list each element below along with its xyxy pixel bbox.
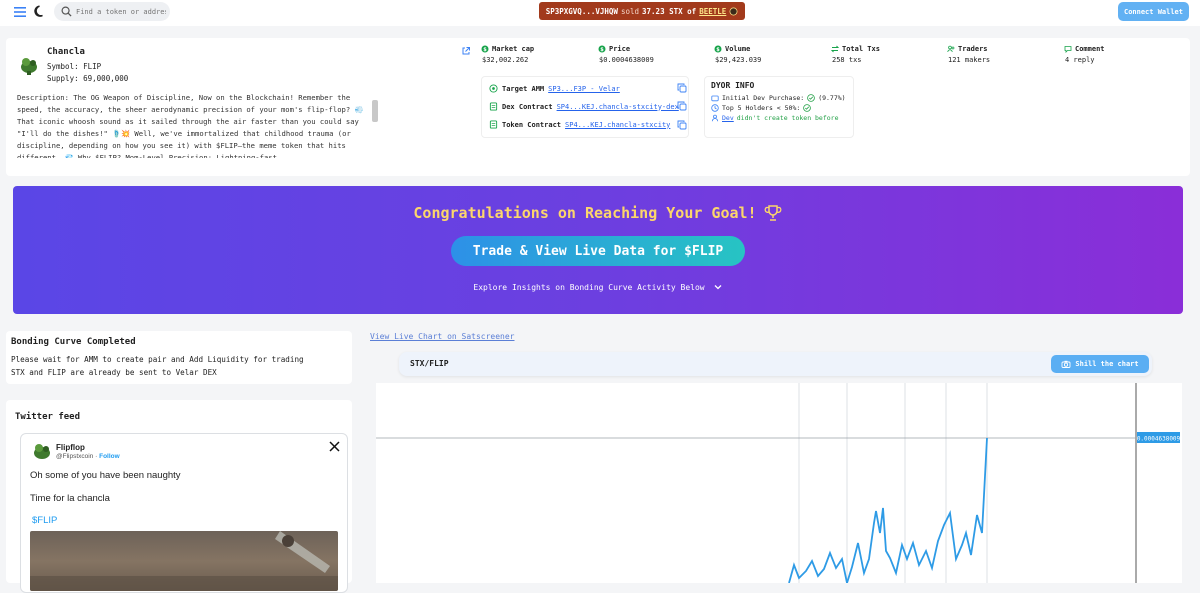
dyor-panel: DYOR INFO Initial Dev Purchase: (9.77%) … (704, 76, 854, 138)
tweet-photo (30, 531, 338, 591)
token-description: Description: The OG Weapon of Discipline… (17, 93, 364, 158)
price-label-text: 0.0004638009 (1137, 436, 1181, 443)
bonding-title: Bonding Curve Completed (11, 337, 136, 347)
tweet-text-line: Time for la chancla (30, 493, 110, 504)
trophy-icon (764, 205, 782, 221)
dyor-title: DYOR INFO (711, 81, 755, 90)
activity-ticker[interactable]: SP3PXGVQ...VJHQW sold 37.23 STX of BEETL… (539, 2, 745, 20)
tweet-author-name[interactable]: Flipflop (56, 443, 85, 452)
copy-icon[interactable] (677, 83, 687, 93)
token-supply: Supply: 69,000,000 (47, 74, 129, 83)
bonding-message: Please wait for AMM to create pair and A… (11, 355, 304, 377)
twitter-feed-card: Twitter feed Flipflop @Flipstxcoin · Fol… (6, 400, 352, 593)
contract-row-token: Token Contract SP4...KEJ.chancla-stxcity (489, 120, 670, 129)
price-chart[interactable]: 0.0004638009 (376, 383, 1182, 583)
svg-text:$: $ (600, 47, 604, 53)
menu-icon[interactable] (13, 5, 27, 19)
ticker-action: sold (620, 6, 640, 16)
dyor-dev-history: Dev didn't create token before (711, 114, 847, 122)
dyor-top-holders: Top 5 Holders < 50%: (711, 104, 847, 112)
dyor-dev-purchase: Initial Dev Purchase: (9.77%) (711, 94, 847, 102)
price-series-line (788, 437, 988, 583)
copy-icon[interactable] (677, 101, 687, 111)
token-name: Chancla (47, 47, 85, 57)
satscreener-chart-link[interactable]: View Live Chart on Satscreener (370, 332, 515, 341)
follow-link[interactable]: Follow (99, 453, 120, 460)
trade-live-data-button[interactable]: Trade & View Live Data for $FLIP (451, 236, 745, 266)
amm-address-link[interactable]: SP3...F3P - Velar (548, 85, 620, 93)
banner-title: Congratulations on Reaching Your Goal! (13, 203, 1183, 223)
chart-header: STX/FLIP Shill the chart (399, 352, 1152, 376)
check-circle-icon (803, 104, 812, 112)
stat-total-txs: Total Txs 258 txs (831, 45, 880, 64)
avatar[interactable] (31, 440, 53, 462)
token-symbol: Symbol: FLIP (47, 62, 102, 71)
target-icon (489, 84, 498, 93)
x-logo-icon[interactable] (329, 441, 340, 452)
bonding-insights-toggle[interactable]: Explore Insights on Bonding Curve Activi… (13, 282, 1183, 292)
comment-icon (1064, 46, 1072, 53)
dollar-icon: $ (598, 45, 606, 53)
tweet-text-line: Oh some of you have been naughty (30, 470, 181, 481)
trading-pair: STX/FLIP (410, 359, 449, 368)
search-icon (61, 6, 72, 17)
twitter-feed-title: Twitter feed (15, 412, 81, 422)
dollar-icon: $ (714, 45, 722, 53)
token-icon (729, 7, 738, 15)
svg-text:$: $ (716, 47, 720, 53)
external-link-icon[interactable] (461, 46, 471, 56)
shill-chart-button[interactable]: Shill the chart (1051, 355, 1149, 373)
token-logo-icon (21, 58, 37, 75)
stat-price: $ Price $0.0004638009 (598, 45, 654, 64)
ticker-amount: 37.23 STX of (642, 6, 697, 16)
moon-icon[interactable] (33, 4, 47, 18)
contract-row-amm: Target AMM SP3...F3P - Velar (489, 84, 620, 93)
stat-comment[interactable]: Comment 4 reply (1064, 45, 1105, 64)
token-info-card: Chancla Symbol: FLIP Supply: 69,000,000 … (6, 38, 1190, 176)
contract-row-dex: Dex Contract SP4...KEJ.chancla-stxcity-d… (489, 102, 679, 111)
check-circle-icon (807, 94, 815, 102)
stat-volume: $ Volume $29,423.039 (714, 45, 762, 64)
token-contract-link[interactable]: SP4...KEJ.chancla-stxcity (565, 121, 670, 129)
contracts-panel: Target AMM SP3...F3P - Velar Dex Contrac… (481, 76, 689, 138)
users-icon (947, 45, 955, 53)
camera-icon (1061, 360, 1071, 368)
tweet-cashtag-link[interactable]: $FLIP (32, 515, 57, 526)
chevron-down-icon (714, 285, 722, 290)
dex-contract-link[interactable]: SP4...KEJ.chancla-stxcity-dex (557, 103, 679, 111)
description-scrollbar[interactable] (372, 94, 378, 160)
dollar-icon: $ (481, 45, 489, 53)
connect-wallet-button[interactable]: Connect Wallet (1118, 2, 1189, 21)
ticker-token[interactable]: BEETLE (699, 7, 726, 16)
bonding-curve-card: Bonding Curve Completed Please wait for … (6, 331, 352, 384)
svg-text:$: $ (483, 47, 487, 53)
dev-link[interactable]: Dev (722, 114, 734, 122)
search-input[interactable] (76, 7, 166, 16)
tweet-embed[interactable]: Flipflop @Flipstxcoin · Follow Oh some o… (20, 433, 348, 593)
tweet-image[interactable] (30, 531, 338, 591)
clock-icon (711, 104, 719, 112)
swap-icon (831, 45, 839, 53)
contract-icon (489, 102, 498, 111)
search-bar[interactable] (54, 2, 170, 21)
user-icon (711, 114, 719, 122)
stat-market-cap: $ Market cap $32,002.262 (481, 45, 535, 64)
goal-banner: Congratulations on Reaching Your Goal! T… (13, 186, 1183, 314)
tweet-author-handle: @Flipstxcoin · Follow (56, 453, 120, 460)
ticker-address: SP3PXGVQ...VJHQW (545, 6, 618, 16)
stat-traders: Traders 121 makers (947, 45, 991, 64)
contract-icon (489, 120, 498, 129)
copy-icon[interactable] (677, 120, 687, 130)
top-bar: SP3PXGVQ...VJHQW sold 37.23 STX of BEETL… (0, 0, 1200, 26)
wallet-icon (711, 95, 719, 102)
